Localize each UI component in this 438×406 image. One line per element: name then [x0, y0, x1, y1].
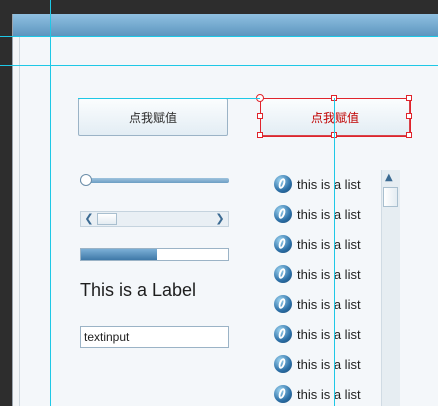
list-view[interactable]: this is a list this is a list this is a …	[272, 170, 376, 406]
chevron-up-icon[interactable]: ▲	[385, 172, 393, 183]
o-orb-icon	[274, 295, 292, 313]
list-item-label: this is a list	[297, 356, 361, 372]
list-item[interactable]: this is a list	[272, 321, 361, 347]
chevron-right-icon[interactable]: ❯	[213, 212, 227, 226]
horizontal-scrollbar[interactable]: ❮ ❯	[80, 211, 229, 227]
window-titlebar[interactable]	[13, 14, 438, 37]
slider-thumb[interactable]	[80, 174, 92, 186]
guide-line-vertical	[50, 0, 51, 406]
list-item-label: this is a list	[297, 236, 361, 252]
assign-value-button-selected[interactable]: 点我赋值	[260, 98, 410, 136]
resize-handle-bottom-right[interactable]	[406, 132, 412, 138]
list-item[interactable]: this is a list	[272, 201, 361, 227]
scrollbar-thumb[interactable]	[383, 187, 398, 207]
vertical-scrollbar[interactable]: ▲	[381, 170, 400, 406]
list-item-label: this is a list	[297, 206, 361, 222]
list-item[interactable]: this is a list	[272, 171, 361, 197]
o-orb-icon	[274, 265, 292, 283]
list-item-label: this is a list	[297, 326, 361, 342]
guide-line-horizontal	[0, 36, 438, 37]
chevron-left-icon[interactable]: ❮	[82, 212, 96, 226]
resize-handle-right[interactable]	[406, 113, 412, 119]
o-orb-icon	[274, 205, 292, 223]
text-label: This is a Label	[80, 280, 197, 300]
resize-handle-bottom-left[interactable]	[257, 132, 263, 138]
list-item[interactable]: this is a list	[272, 381, 361, 406]
guide-line-horizontal	[78, 98, 260, 99]
list-item[interactable]: this is a list	[272, 231, 361, 257]
progress-bar	[80, 248, 229, 261]
resize-handle-top-right[interactable]	[406, 95, 412, 101]
o-orb-icon	[274, 175, 292, 193]
o-orb-icon	[274, 325, 292, 343]
progress-fill	[81, 249, 158, 260]
o-orb-icon	[274, 385, 292, 403]
assign-value-button[interactable]: 点我赋值	[78, 98, 228, 136]
list-item[interactable]: this is a list	[272, 291, 361, 317]
list-item-label: this is a list	[297, 266, 361, 282]
slider-track[interactable]	[80, 178, 229, 183]
scrollbar-thumb[interactable]	[97, 213, 117, 225]
resize-handle-left[interactable]	[257, 113, 263, 119]
guide-line-vertical	[334, 98, 335, 406]
list-item-label: this is a list	[297, 176, 361, 192]
o-orb-icon	[274, 355, 292, 373]
guide-line-horizontal	[0, 65, 438, 66]
list-item[interactable]: this is a list	[272, 351, 361, 377]
text-input[interactable]	[80, 326, 229, 348]
list-item-label: this is a list	[297, 386, 361, 402]
o-orb-icon	[274, 235, 292, 253]
list-item-label: this is a list	[297, 296, 361, 312]
list-item[interactable]: this is a list	[272, 261, 361, 287]
